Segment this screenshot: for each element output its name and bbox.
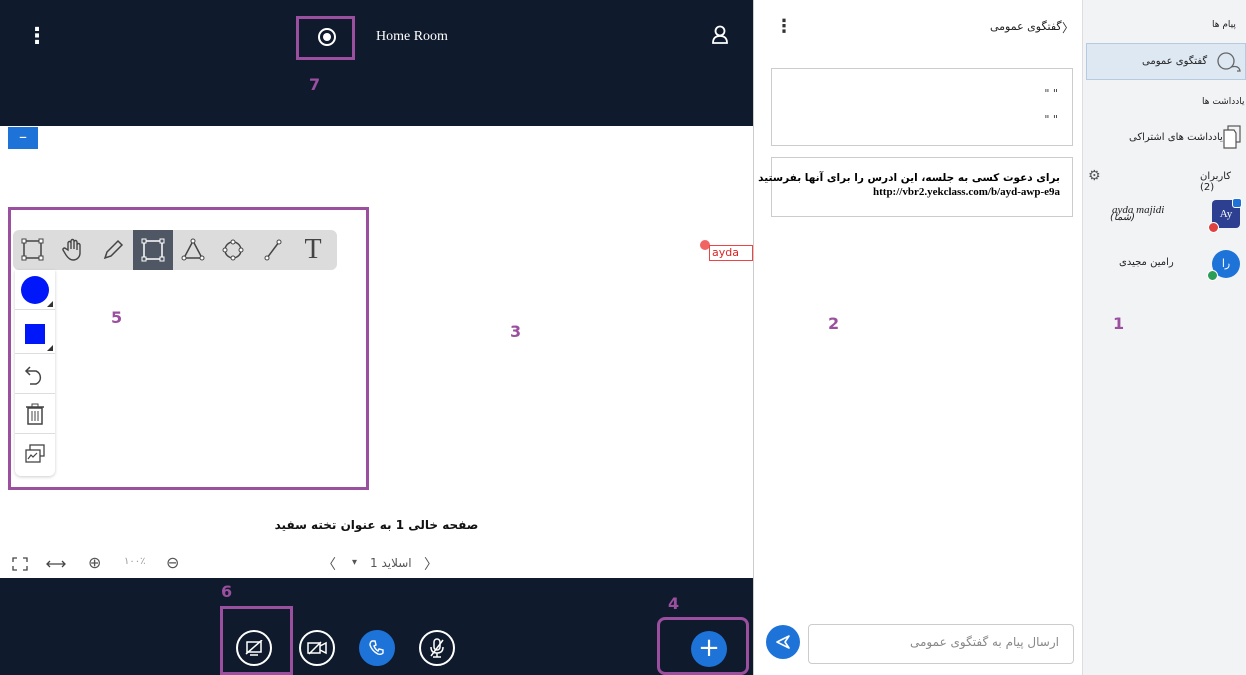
chat-message-input[interactable]: ارسال پیام به گفتگوی عمومی [808,624,1074,664]
annotation-2: 2 [828,314,840,333]
invite-text: برای دعوت کسی به جلسه، این ادرس را برای … [758,172,1060,184]
users-title: کاربران (2) [1200,171,1232,193]
presenter-badge-icon [1232,198,1242,208]
prev-slide-button[interactable]: 〈 [322,554,336,574]
triangle-icon[interactable] [173,230,213,270]
public-chat-label: گفتگوی عمومی [1142,56,1208,67]
selection-icon[interactable] [13,230,53,270]
next-slide-button[interactable]: 〉 [424,554,438,574]
room-title: Home Room [376,29,448,44]
chat-bubbles-icon [1217,52,1241,72]
audio-phone-button[interactable] [359,630,395,666]
annotation-3: 3 [510,322,522,341]
cursor-label: ayda m [709,245,753,261]
ellipse-icon[interactable] [213,230,253,270]
user-name: رامین مجیدی [1119,257,1174,268]
slide-caption: صفحه خالی 1 به عنوان تخته سفید [274,518,479,532]
annotation-4: 4 [668,594,680,613]
fit-width-icon[interactable] [46,559,66,569]
user-list-item[interactable]: رامین مجیدی را [1086,248,1246,284]
add-actions-button[interactable]: + [691,631,727,667]
share-screen-button[interactable] [236,630,272,666]
minimize-presentation-button[interactable]: – [8,127,38,149]
fit-screen-icon[interactable] [12,557,28,571]
slide-label[interactable]: اسلاید 1 [370,556,412,570]
annotation-6: 6 [221,582,233,601]
microphone-button[interactable] [419,630,455,666]
slide-dropdown-icon[interactable]: ▾ [352,557,357,568]
chat-options-icon[interactable]: ⋮ [775,18,793,36]
invite-message-box: برای دعوت کسی به جلسه، این ادرس را برای … [758,157,1073,217]
chat-header: گفتگوی عمومی [990,20,1062,33]
annotation-7: 7 [309,75,321,94]
video-off-icon [307,641,327,655]
send-message-button[interactable] [766,625,800,659]
shared-notes-icon[interactable] [1222,125,1242,149]
listen-only-icon [1207,270,1218,281]
messages-title: پیام ها [1212,20,1236,30]
annotation-5: 5 [111,308,123,327]
zoom-level: ۱۰۰٪ [124,556,146,567]
rectangle-icon[interactable] [133,230,173,270]
send-icon [776,635,790,649]
text-icon[interactable]: T [293,230,333,270]
shared-notes-label[interactable]: یادداشت های اشتراکی [1129,132,1223,143]
kebab-menu-icon[interactable]: ⋮ [26,26,48,48]
multi-user-icon[interactable] [15,434,55,474]
slide-controls: ⊕ ۱۰۰٪ ⊖ 〈 ▾ اسلاید 1 〉 [0,551,753,577]
whiteboard-side-toolbar [15,270,55,476]
line-icon[interactable] [253,230,293,270]
muted-mic-icon [1208,222,1219,233]
zoom-in-button[interactable]: ⊕ [88,553,101,572]
gear-icon[interactable]: ⚙ [1088,168,1101,184]
hand-icon[interactable] [53,230,93,270]
zoom-out-button[interactable]: ⊖ [166,553,179,572]
chevron-right-icon[interactable]: 〉 [1062,19,1074,36]
video-button[interactable] [299,630,335,666]
trash-icon[interactable] [15,394,55,434]
color-fill-icon[interactable] [15,270,55,310]
public-chat-item[interactable]: گفتگوی عمومی [1086,43,1246,80]
undo-icon[interactable] [15,354,55,394]
phone-icon [369,640,384,656]
record-icon[interactable] [318,28,336,46]
user-icon[interactable] [711,25,729,45]
annotation-1: 1 [1113,314,1125,333]
share-screen-icon [245,640,263,656]
quote-line-2: " " [1044,113,1058,126]
invite-url[interactable]: http://vbr2.yekclass.com/b/ayd-awp-e9a [873,186,1060,198]
quote-line-1: " " [1044,87,1058,100]
pencil-icon[interactable] [93,230,133,270]
user-you-label: (شما) [1110,212,1136,223]
mic-off-icon [430,638,444,658]
notes-title: یادداشت ها [1202,97,1245,107]
welcome-message-box: " " " " [771,68,1073,146]
top-bar: ⋮ Home Room 7 [0,0,753,126]
color-stroke-icon[interactable] [15,314,55,354]
whiteboard-toolbar: T [13,230,337,270]
